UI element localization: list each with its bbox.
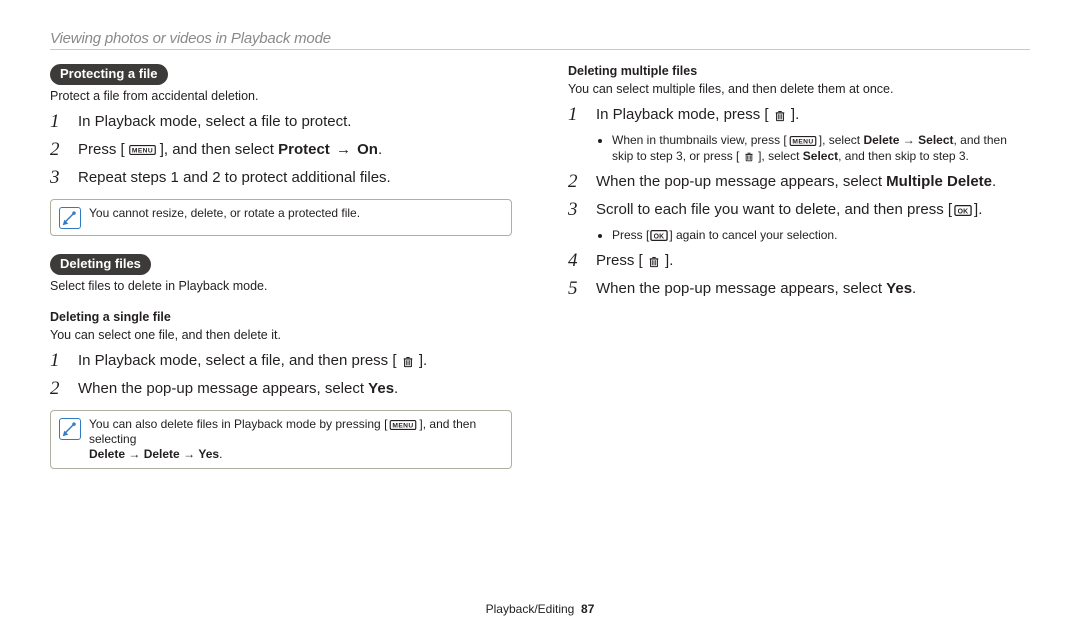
bullet-item: Press [] again to cancel your selection. xyxy=(612,227,1030,243)
step-text: In Playback mode, select a file, and the… xyxy=(78,350,427,372)
page-header: Viewing photos or videos in Playback mod… xyxy=(50,30,1030,50)
content-columns: Protecting a file Protect a file from ac… xyxy=(50,64,1030,469)
step-number: 5 xyxy=(568,278,584,300)
sub-desc: You can select one file, and then delete… xyxy=(50,327,512,343)
trash-key-icon xyxy=(774,109,786,122)
sub-bullets: Press [] again to cancel your selection. xyxy=(596,227,1030,243)
footer-label: Playback/Editing xyxy=(486,602,575,616)
step-number: 3 xyxy=(50,167,66,189)
section-pill-protecting: Protecting a file xyxy=(50,64,168,85)
step-number: 3 xyxy=(568,199,584,221)
subheading: Deleting multiple files xyxy=(568,64,1030,78)
page-footer: Playback/Editing 87 xyxy=(0,602,1080,616)
sub-desc: You can select multiple files, and then … xyxy=(568,81,1030,97)
step-number: 2 xyxy=(568,171,584,193)
note-box: You can also delete files in Playback mo… xyxy=(50,410,512,469)
note-text: You can also delete files in Playback mo… xyxy=(89,417,503,462)
menu-key-icon xyxy=(126,145,159,155)
step-text: Press [ ]. xyxy=(596,250,673,272)
menu-key-icon xyxy=(388,420,418,430)
step-number: 2 xyxy=(50,378,66,400)
trash-key-icon xyxy=(744,150,754,163)
steps-delete-single: 1 In Playback mode, select a file, and t… xyxy=(50,350,512,400)
note-box: You cannot resize, delete, or rotate a p… xyxy=(50,199,512,236)
subheading: Deleting a single file xyxy=(50,310,512,324)
step-item: 3 Repeat steps 1 and 2 to protect additi… xyxy=(50,167,512,189)
step-number: 2 xyxy=(50,139,66,161)
bullet-item: When in thumbnails view, press [], selec… xyxy=(612,132,1030,164)
step-number: 1 xyxy=(50,350,66,372)
step-number: 1 xyxy=(50,111,66,133)
sub-bullets: When in thumbnails view, press [], selec… xyxy=(596,132,1030,164)
right-column: Deleting multiple files You can select m… xyxy=(568,64,1030,469)
trash-key-icon xyxy=(648,255,660,268)
step-number: 1 xyxy=(568,104,584,126)
left-column: Protecting a file Protect a file from ac… xyxy=(50,64,512,469)
ok-key-icon xyxy=(650,230,668,241)
step-item: 1 In Playback mode, select a file, and t… xyxy=(50,350,512,372)
step-text: In Playback mode, press [ ]. xyxy=(596,104,799,126)
steps-delete-multi: 1 In Playback mode, press [ ]. xyxy=(568,104,1030,126)
step-text: Repeat steps 1 and 2 to protect addition… xyxy=(78,167,391,189)
steps-delete-multi-cont: 2 When the pop-up message appears, selec… xyxy=(568,171,1030,221)
note-icon xyxy=(59,207,81,229)
step-item: 4 Press [ ]. xyxy=(568,250,1030,272)
step-text: When the pop-up message appears, select … xyxy=(78,378,398,400)
step-item: 2 When the pop-up message appears, selec… xyxy=(50,378,512,400)
step-item: 1 In Playback mode, press [ ]. xyxy=(568,104,1030,126)
step-item: 2 Press [], and then select Protect → On… xyxy=(50,139,512,161)
trash-key-icon xyxy=(402,355,414,368)
step-item: 5 When the pop-up message appears, selec… xyxy=(568,278,1030,300)
step-text: When the pop-up message appears, select … xyxy=(596,278,916,300)
ok-key-icon xyxy=(953,205,973,216)
steps-protecting: 1 In Playback mode, select a file to pro… xyxy=(50,111,512,189)
note-icon xyxy=(59,418,81,440)
footer-page-number: 87 xyxy=(581,602,594,616)
manual-page: Viewing photos or videos in Playback mod… xyxy=(0,0,1080,630)
menu-key-icon xyxy=(788,136,818,146)
step-item: 3 Scroll to each file you want to delete… xyxy=(568,199,1030,221)
step-text: When the pop-up message appears, select … xyxy=(596,171,996,193)
step-item: 2 When the pop-up message appears, selec… xyxy=(568,171,1030,193)
step-number: 4 xyxy=(568,250,584,272)
note-text: You cannot resize, delete, or rotate a p… xyxy=(89,206,360,221)
steps-delete-multi-cont2: 4 Press [ ]. 5 When the pop-up message a… xyxy=(568,250,1030,300)
step-item: 1 In Playback mode, select a file to pro… xyxy=(50,111,512,133)
section-pill-deleting: Deleting files xyxy=(50,254,151,275)
step-text: Scroll to each file you want to delete, … xyxy=(596,199,982,221)
section-desc: Select files to delete in Playback mode. xyxy=(50,278,512,294)
step-text: In Playback mode, select a file to prote… xyxy=(78,111,351,133)
section-desc: Protect a file from accidental deletion. xyxy=(50,88,512,104)
step-text: Press [], and then select Protect → On. xyxy=(78,139,382,161)
